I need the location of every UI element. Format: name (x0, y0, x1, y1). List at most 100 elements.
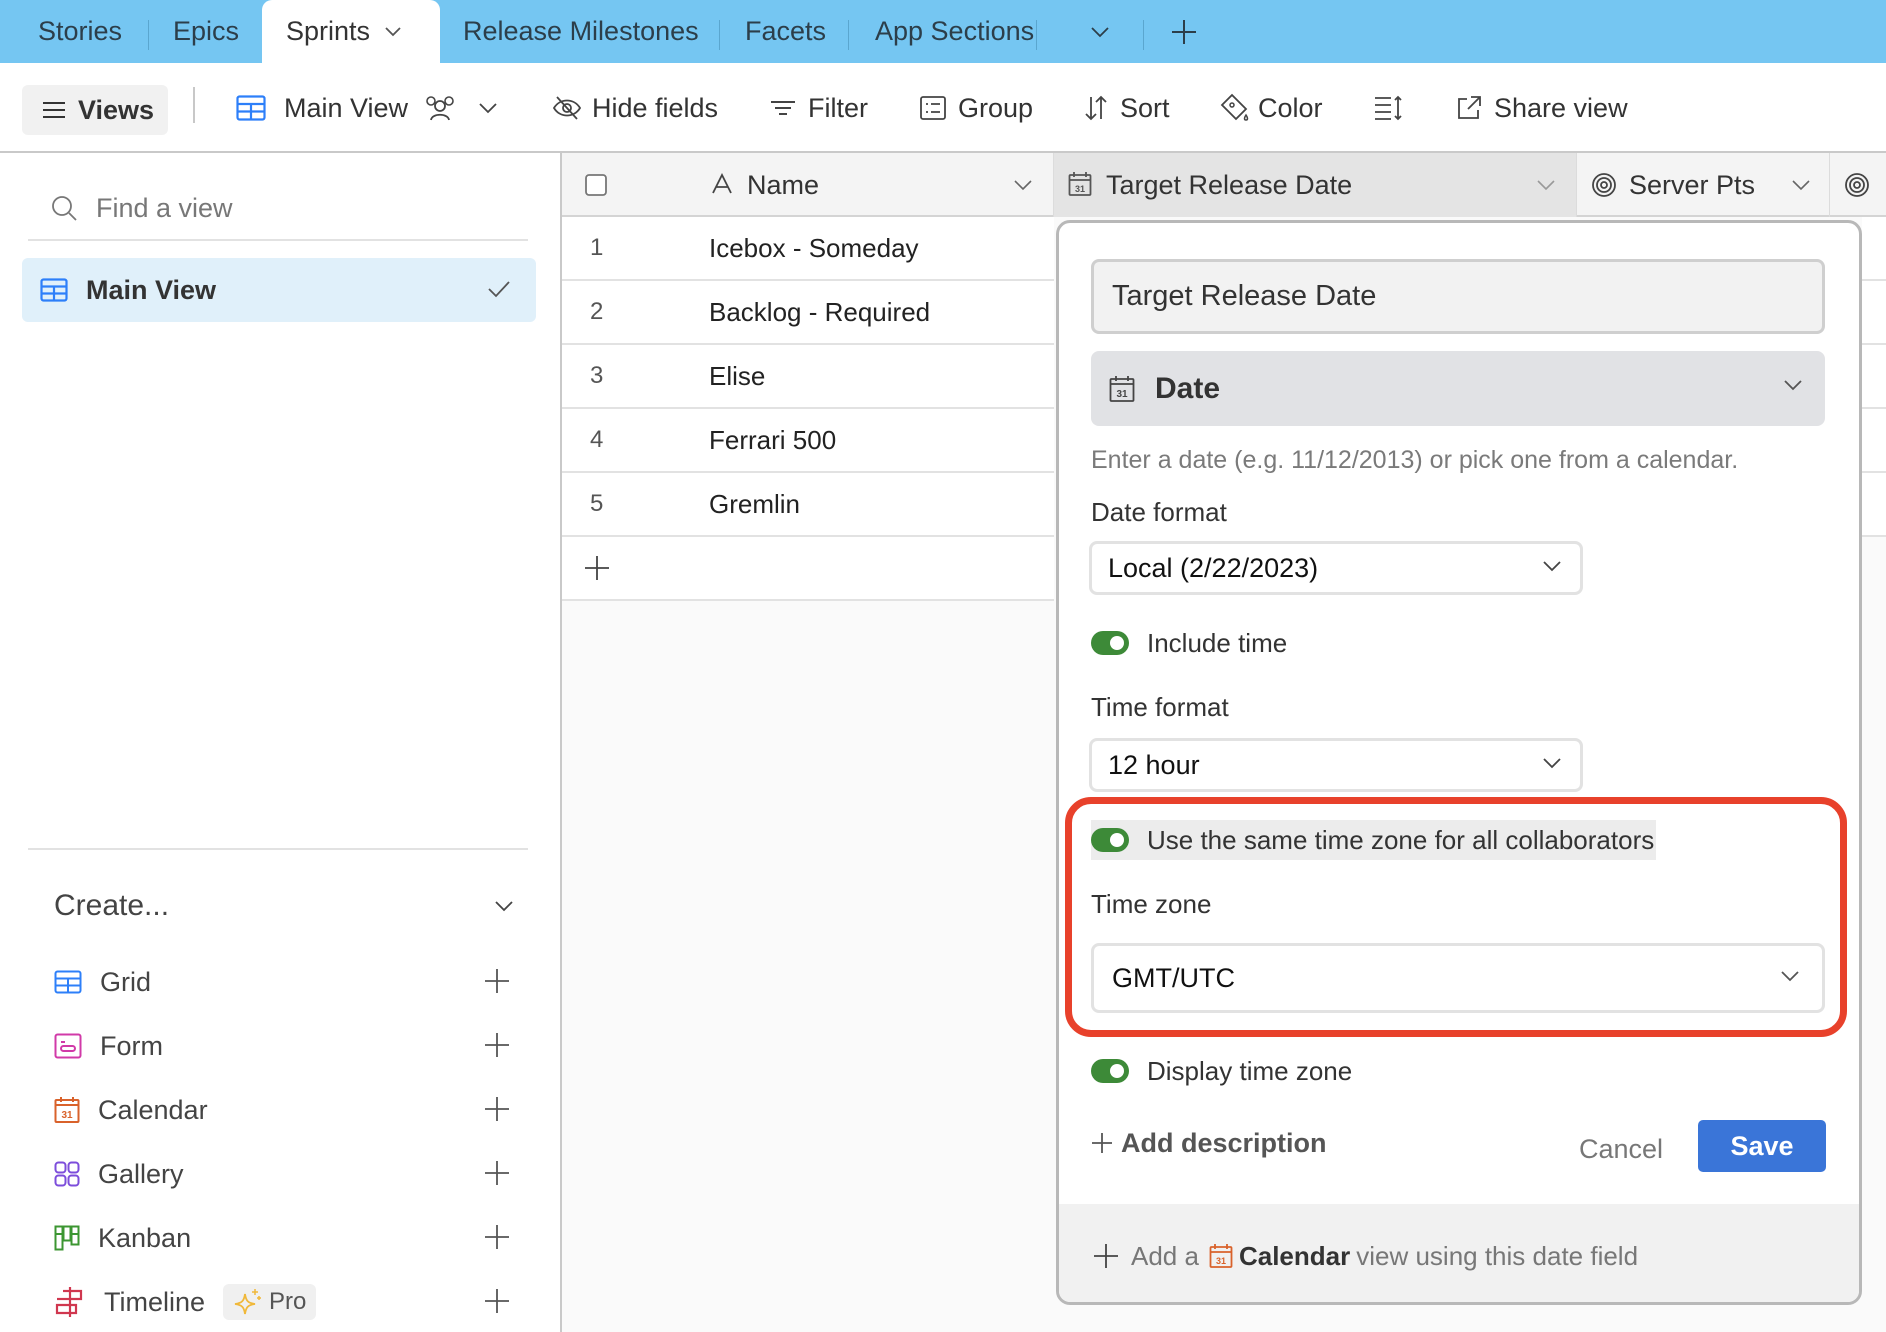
field-name-input[interactable]: Target Release Date (1091, 259, 1825, 334)
filter-button[interactable]: Filter (770, 63, 868, 153)
row-height-button[interactable] (1374, 63, 1404, 153)
display-time-zone-label: Display time zone (1147, 1055, 1353, 1086)
tab-label: Sprints (286, 16, 371, 46)
table-tab-bar: Stories Epics Sprints Release Milestones… (0, 0, 1886, 63)
cell-edge (1862, 473, 1886, 537)
sidebar-view-main-view[interactable]: Main View (22, 258, 536, 322)
date-format-select[interactable]: Local (2/22/2023) (1089, 541, 1583, 595)
add-calendar-view-link[interactable]: Add a 31 Calendar view using this date f… (1059, 1204, 1859, 1302)
cell-name[interactable]: Backlog - Required (709, 297, 930, 328)
sparkle-icon (233, 1287, 263, 1317)
views-sidebar: Find a view Main View Create... Grid For… (0, 153, 562, 1332)
column-label: Server Pts (1629, 169, 1756, 200)
display-time-zone-toggle[interactable] (1091, 1059, 1129, 1083)
create-item-label: Form (100, 1030, 163, 1061)
table-row[interactable]: 3 Elise (562, 345, 1054, 409)
create-kanban-view[interactable]: Kanban (54, 1210, 510, 1266)
create-view-section-toggle[interactable]: Create... (54, 881, 514, 931)
chevron-down-icon[interactable] (1791, 179, 1811, 191)
chevron-down-icon[interactable] (1013, 179, 1033, 191)
select-all-checkbox[interactable] (585, 174, 607, 196)
hide-fields-button[interactable]: Hide fields (552, 63, 718, 153)
create-gallery-view[interactable]: Gallery (54, 1146, 510, 1202)
svg-text:31: 31 (1075, 184, 1085, 194)
cell-edge (1862, 281, 1886, 345)
chevron-down-icon[interactable] (1536, 179, 1556, 191)
view-switcher[interactable]: Main View (236, 63, 498, 153)
include-time-toggle[interactable] (1091, 631, 1129, 655)
tab-release-milestones[interactable]: Release Milestones (463, 0, 699, 63)
time-zone-select[interactable]: GMT/UTC (1091, 943, 1825, 1013)
chevron-down-icon (478, 102, 498, 114)
chevron-down-icon (1542, 560, 1562, 572)
eye-slash-icon (552, 95, 582, 121)
field-type-hint: Enter a date (e.g. 11/12/2013) or pick o… (1091, 446, 1739, 474)
sort-button[interactable]: Sort (1084, 63, 1170, 153)
time-format-select[interactable]: 12 hour (1089, 738, 1583, 792)
chevron-down-icon[interactable] (384, 26, 402, 38)
tab-facets[interactable]: Facets (745, 0, 826, 63)
tab-stories[interactable]: Stories (38, 0, 122, 63)
row-height-icon (1374, 95, 1404, 121)
svg-text:31: 31 (61, 1110, 73, 1121)
add-description-label: Add description (1121, 1127, 1327, 1158)
table-row[interactable]: 5 Gremlin (562, 473, 1054, 537)
field-type-value: Date (1155, 371, 1221, 405)
same-time-zone-toggle-row[interactable]: Use the same time zone for all collabora… (1091, 820, 1657, 860)
tab-divider (848, 20, 849, 50)
cancel-button[interactable]: Cancel (1579, 1123, 1663, 1175)
tab-divider (1143, 20, 1144, 50)
view-toolbar: Views Main View Hide fields Filter Group (0, 63, 1886, 153)
add-description-button[interactable]: Add description (1091, 1123, 1327, 1163)
tab-label: Release Milestones (463, 16, 699, 46)
add-table-button[interactable] (1171, 0, 1197, 63)
cell-name[interactable]: Elise (709, 361, 765, 392)
save-button[interactable]: Save (1698, 1120, 1826, 1172)
column-header-next[interactable] (1830, 153, 1886, 217)
date-format-value: Local (2/22/2023) (1108, 552, 1319, 583)
chevron-down-icon (1783, 379, 1803, 391)
display-time-zone-toggle-row[interactable]: Display time zone (1091, 1051, 1352, 1091)
cell-name[interactable]: Gremlin (709, 489, 800, 520)
gallery-icon (54, 1161, 80, 1187)
timeline-icon (54, 1286, 86, 1318)
table-row[interactable]: 2 Backlog - Required (562, 281, 1054, 345)
more-tabs-button[interactable] (1090, 0, 1110, 63)
create-grid-view[interactable]: Grid (54, 954, 510, 1010)
pro-badge: Pro (223, 1284, 317, 1320)
create-form-view[interactable]: Form (54, 1018, 510, 1074)
include-time-toggle-row[interactable]: Include time (1091, 623, 1287, 663)
create-timeline-view[interactable]: Timeline Pro (54, 1274, 510, 1330)
find-view-input[interactable]: Find a view (28, 177, 528, 241)
tab-sprints[interactable]: Sprints (262, 0, 440, 63)
cell-name[interactable]: Ferrari 500 (709, 425, 836, 456)
column-header-name[interactable]: Name (562, 153, 1054, 217)
share-view-button[interactable]: Share view (1456, 63, 1628, 153)
create-calendar-view[interactable]: 31 Calendar (54, 1082, 510, 1138)
views-button[interactable]: Views (22, 85, 168, 135)
table-row[interactable]: 1 Icebox - Someday (562, 217, 1054, 281)
group-icon (920, 96, 946, 120)
cell-edge (1862, 345, 1886, 409)
time-format-value: 12 hour (1108, 749, 1200, 780)
tab-epics[interactable]: Epics (173, 0, 239, 63)
time-format-label: Time format (1091, 692, 1229, 722)
group-button[interactable]: Group (920, 63, 1033, 153)
view-label: Main View (86, 274, 217, 305)
grid-icon (54, 970, 82, 994)
tab-label: Facets (745, 16, 827, 46)
column-header-target-release-date[interactable]: 31 Target Release Date (1054, 153, 1577, 217)
cell-name[interactable]: Icebox - Someday (709, 233, 919, 264)
grid-header: Name 31 Target Release Date Server Pts (562, 153, 1886, 217)
add-record-row[interactable] (562, 537, 1054, 601)
field-type-select[interactable]: 31 Date (1091, 351, 1825, 426)
tab-app-sections[interactable]: App Sections (875, 0, 1034, 63)
field-editor-popup: Target Release Date 31 Date Enter a date… (1056, 220, 1862, 1305)
footer-suffix: view using this date field (1356, 1240, 1639, 1271)
column-header-server-pts[interactable]: Server Pts (1577, 153, 1830, 217)
create-item-label: Kanban (98, 1222, 192, 1253)
table-row[interactable]: 4 Ferrari 500 (562, 409, 1054, 473)
calendar-icon: 31 (1109, 375, 1135, 403)
color-button[interactable]: Color (1220, 63, 1323, 153)
same-time-zone-toggle[interactable] (1091, 828, 1129, 852)
